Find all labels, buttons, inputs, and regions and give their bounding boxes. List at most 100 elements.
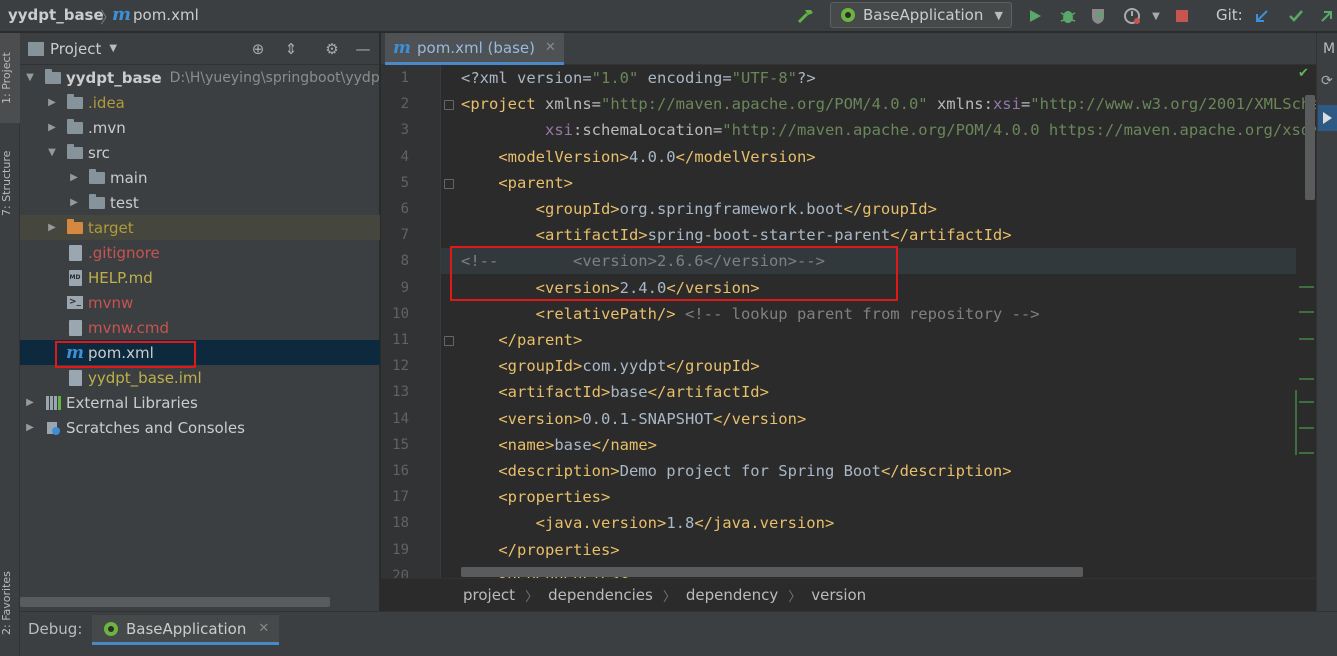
breadcrumb-item[interactable]: dependency (686, 586, 778, 604)
breadcrumb-item[interactable]: project (463, 586, 515, 604)
change-markers (1295, 65, 1316, 578)
tree-item[interactable]: ▶ target (20, 215, 380, 240)
project-panel: Project ▼ ⊕ ⇕ ⚙ — ▼ yydpt_base D:\H\yueyin… (20, 33, 380, 611)
code-line[interactable]: </properties> (461, 537, 619, 563)
fold-marker[interactable] (444, 100, 454, 111)
stop-icon[interactable] (1170, 4, 1194, 28)
nav-project-crumb[interactable]: yydpt_base (8, 6, 104, 24)
editor-tab-bar: m pom.xml (base) ✕ (381, 33, 1316, 65)
tree-item-label: HELP.md (88, 268, 153, 287)
close-icon[interactable]: ✕ (545, 40, 556, 55)
tree-item[interactable]: ▶ Scratches and Consoles (20, 415, 380, 440)
gear-icon[interactable]: ⚙ (322, 39, 342, 59)
code-line[interactable]: <?xml version="1.0" encoding="UTF-8"?> (461, 65, 816, 91)
nav-file-crumb[interactable]: pom.xml (133, 6, 199, 24)
project-panel-title[interactable]: Project (50, 40, 101, 58)
code-line[interactable]: <groupId>org.springframework.boot</group… (461, 196, 937, 222)
refresh-icon[interactable]: ⟳ (1321, 73, 1333, 89)
code-line[interactable]: xsi:schemaLocation="http://maven.apache.… (461, 117, 1316, 143)
code-line[interactable]: <relativePath/> <!-- lookup parent from … (461, 301, 1040, 327)
chevron-down-icon[interactable]: ▼ (24, 72, 36, 83)
locate-icon[interactable]: ⊕ (248, 39, 268, 59)
fold-end-marker[interactable] (444, 336, 454, 346)
git-push-icon[interactable] (1314, 4, 1337, 28)
tree-item[interactable]: mvnw.cmd (20, 315, 380, 340)
code-line[interactable]: <version>0.0.1-SNAPSHOT</version> (461, 406, 806, 432)
code-line[interactable]: </parent> (461, 327, 582, 353)
tab-structure[interactable]: 7: Structure (0, 143, 20, 223)
breadcrumb-item[interactable]: dependencies (548, 586, 653, 604)
tree-item[interactable]: yydpt_base.iml (20, 365, 380, 390)
chevron-right-icon[interactable]: ▶ (68, 197, 80, 208)
chevron-right-icon[interactable]: ▶ (68, 172, 80, 183)
tree-item[interactable]: ▶ test (20, 190, 380, 215)
minimize-icon[interactable]: — (353, 39, 373, 59)
fold-marker[interactable] (444, 178, 454, 189)
tree-item[interactable]: .gitignore (20, 240, 380, 265)
code-line[interactable]: <modelVersion>4.0.0</modelVersion> (461, 144, 815, 170)
tree-item[interactable]: ▶ main (20, 165, 380, 190)
markdown-file-icon: MD (66, 269, 84, 286)
tree-item[interactable]: ▼ src (20, 140, 380, 165)
build-hammer-icon[interactable] (794, 4, 818, 28)
tree-item[interactable]: ▶ External Libraries (20, 390, 380, 415)
project-horizontal-scrollbar[interactable] (20, 597, 330, 607)
tree-item-label: test (110, 193, 139, 212)
line-number: 19 (392, 541, 409, 558)
chevron-right-icon[interactable]: ▶ (46, 122, 58, 133)
chevron-down-icon[interactable]: ▼ (109, 43, 117, 54)
code-line[interactable]: <project xmlns="http://maven.apache.org/… (461, 91, 1316, 117)
close-icon[interactable]: ✕ (258, 621, 269, 636)
tab-project[interactable]: 1: Project (0, 33, 20, 123)
coverage-icon[interactable] (1086, 4, 1110, 28)
collapse-all-icon[interactable]: ⇕ (281, 39, 301, 59)
tree-item-label: mvnw.cmd (88, 318, 170, 337)
line-number: 5 (400, 174, 409, 191)
run-maven-button[interactable] (1318, 105, 1337, 131)
tab-pom-xml[interactable]: m pom.xml (base) ✕ (385, 33, 564, 65)
excluded-folder-icon (66, 218, 84, 236)
code-line[interactable]: <name>base</name> (461, 432, 657, 458)
tree-item[interactable]: ▶ .mvn (20, 115, 380, 140)
chevron-right-icon[interactable]: ▶ (46, 222, 58, 233)
run-configuration-select[interactable]: BaseApplication ▼ (830, 2, 1012, 28)
profile-icon[interactable] (1120, 4, 1144, 28)
chevron-down-icon: ▼ (994, 8, 1003, 22)
tab-maven[interactable]: M (1323, 41, 1335, 57)
code-line[interactable]: <groupId>com.yydpt</groupId> (461, 353, 759, 379)
code-line[interactable]: <parent> (461, 170, 573, 196)
chevron-right-icon[interactable]: ▶ (24, 397, 36, 408)
debug-tool-window: Debug: BaseApplication ✕ (20, 611, 1337, 656)
folder-icon (88, 193, 106, 211)
highlight-box-version (450, 246, 898, 301)
git-update-icon[interactable] (1250, 4, 1274, 28)
debug-tab-label: BaseApplication (126, 619, 247, 638)
line-number: 18 (392, 515, 409, 532)
chevron-right-icon[interactable]: ▶ (46, 97, 58, 108)
code-line[interactable]: <properties> (461, 484, 610, 510)
tree-item[interactable]: ▶ .idea (20, 90, 380, 115)
line-number: 3 (400, 122, 409, 139)
tree-item[interactable]: MD HELP.md (20, 265, 380, 290)
file-icon (66, 319, 84, 336)
run-icon[interactable] (1023, 4, 1047, 28)
debug-tab-baseapplication[interactable]: BaseApplication ✕ (92, 615, 280, 645)
code-line[interactable]: <artifactId>base</artifactId> (461, 379, 769, 405)
editor-horizontal-scrollbar[interactable] (461, 567, 1083, 577)
breadcrumb-item[interactable]: version (811, 586, 866, 604)
code-editor[interactable]: <?xml version="1.0" encoding="UTF-8"?> <p… (441, 65, 1316, 578)
code-line[interactable]: <artifactId>spring-boot-starter-parent</… (461, 222, 1012, 248)
chevron-right-icon[interactable]: ▶ (24, 422, 36, 433)
chevron-down-icon[interactable]: ▼ (46, 147, 58, 158)
tab-favorites[interactable]: 2: Favorites (0, 563, 20, 643)
tree-item[interactable]: >_ mvnw (20, 290, 380, 315)
line-number: 4 (400, 148, 409, 165)
tree-item-label: Scratches and Consoles (66, 418, 245, 437)
code-line[interactable]: <java.version>1.8</java.version> (461, 510, 835, 536)
git-commit-icon[interactable] (1284, 4, 1308, 28)
library-icon (44, 395, 62, 411)
chevron-down-icon[interactable]: ▼ (1144, 4, 1168, 28)
tree-item[interactable]: ▼ yydpt_base D:\H\yueying\springboot\yydp (20, 65, 380, 90)
code-line[interactable]: <description>Demo project for Spring Boo… (461, 458, 1011, 484)
debug-icon[interactable] (1056, 4, 1080, 28)
